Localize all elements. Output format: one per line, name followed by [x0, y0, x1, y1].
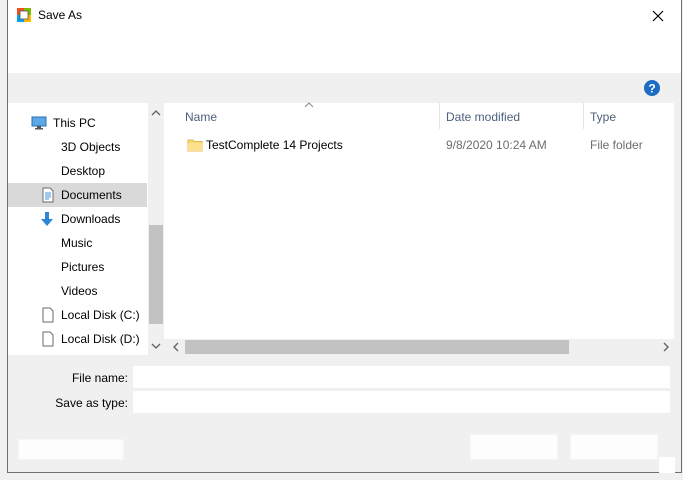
file-name-label: File name:: [71, 371, 128, 385]
nav-label: 3D Objects: [61, 140, 121, 154]
file-date-modified: 9/8/2020 10:24 AM: [446, 138, 547, 152]
nav-label: Music: [61, 236, 93, 250]
scroll-left-icon[interactable]: [172, 342, 180, 352]
help-icon[interactable]: ?: [644, 80, 660, 96]
close-button[interactable]: [643, 3, 673, 29]
nav-item-documents[interactable]: Documents: [8, 183, 147, 207]
scroll-right-icon[interactable]: [662, 342, 670, 352]
nav-item-this-pc[interactable]: This PC: [25, 111, 148, 135]
download-arrow-icon: [41, 212, 53, 226]
nav-item-music[interactable]: Music: [8, 231, 148, 255]
app-icon: [17, 8, 31, 22]
nav-item-3d-objects[interactable]: 3D Objects: [8, 135, 148, 159]
document-icon: [42, 187, 54, 203]
nav-label: Desktop: [61, 164, 106, 178]
nav-label: This PC: [53, 116, 96, 130]
file-name-input[interactable]: [133, 366, 670, 388]
file-type: File folder: [590, 138, 643, 152]
monitor-icon: [31, 116, 47, 130]
nav-label: Pictures: [61, 260, 105, 274]
folder-icon: [187, 139, 203, 152]
nav-item-desktop[interactable]: Desktop: [8, 159, 148, 183]
nav-scroll-thumb[interactable]: [149, 225, 163, 324]
nav-item-downloads[interactable]: Downloads: [8, 207, 148, 231]
save-as-type-select[interactable]: [133, 391, 670, 413]
resize-grip[interactable]: [659, 457, 675, 473]
nav-item-local-disk-d[interactable]: Local Disk (D:): [8, 327, 148, 351]
column-header-name[interactable]: Name: [185, 106, 435, 128]
hide-folders-button[interactable]: [18, 439, 124, 460]
nav-label: Documents: [61, 188, 122, 202]
nav-item-local-disk-c[interactable]: Local Disk (C:): [8, 303, 148, 327]
nav-label: Local Disk (D:): [61, 332, 140, 346]
nav-item-videos[interactable]: Videos: [8, 279, 148, 303]
nav-label: Local Disk (C:): [61, 308, 140, 322]
column-header-date-modified[interactable]: Date modified: [446, 106, 578, 128]
save-as-type-label: Save as type:: [55, 396, 128, 410]
drive-icon: [42, 331, 54, 347]
nav-item-pictures[interactable]: Pictures: [8, 255, 148, 279]
svg-text:?: ?: [648, 82, 655, 96]
horizontal-scroll-thumb[interactable]: [185, 340, 569, 354]
command-bar: [8, 31, 681, 73]
save-button[interactable]: [470, 434, 558, 460]
nav-label: Videos: [61, 284, 98, 298]
scroll-up-icon[interactable]: [151, 109, 161, 117]
window-title: Save As: [38, 8, 83, 22]
column-separator[interactable]: [439, 103, 440, 129]
nav-label: Downloads: [61, 212, 121, 226]
title-bar[interactable]: Save As: [8, 0, 681, 31]
file-name: TestComplete 14 Projects: [206, 138, 343, 152]
column-separator[interactable]: [583, 103, 584, 129]
drive-icon: [42, 307, 54, 323]
file-row[interactable]: TestComplete 14 Projects 9/8/2020 10:24 …: [180, 134, 650, 156]
close-icon: [652, 10, 664, 22]
column-header-type[interactable]: Type: [590, 106, 670, 128]
scroll-down-icon[interactable]: [151, 342, 161, 350]
cancel-button[interactable]: [570, 434, 658, 460]
